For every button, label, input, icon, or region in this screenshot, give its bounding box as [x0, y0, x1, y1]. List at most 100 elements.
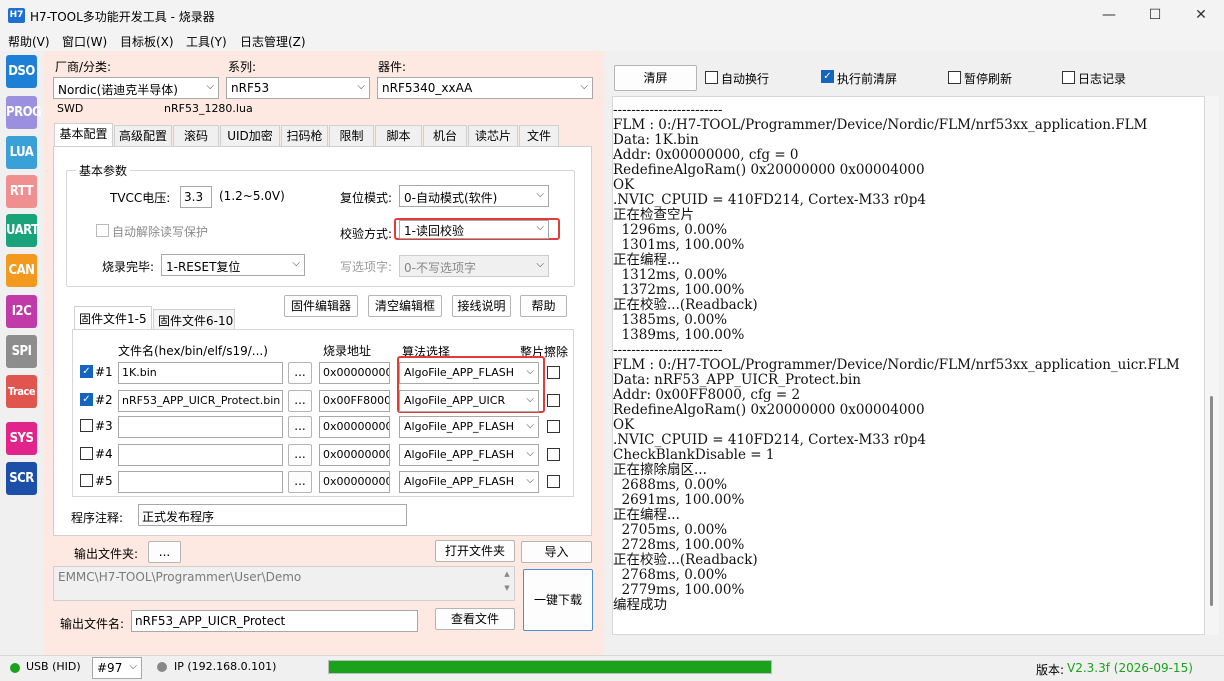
firmware-row-2-algo-select[interactable]: AlgoFile_APP_UICR ⌵ [399, 390, 539, 412]
output-folder-browse-button[interactable]: ... [148, 541, 181, 563]
chevron-down-icon: ⌵ [526, 366, 534, 377]
done-select[interactable]: 1-RESET复位 ⌵ [161, 254, 305, 276]
firmware-row-1-file-input[interactable]: 1K.bin [118, 362, 283, 384]
close-button[interactable]: ✕ [1178, 0, 1224, 30]
firmware-row-3-checkbox[interactable] [80, 419, 93, 432]
wiring-help-button[interactable]: 接线说明 [452, 295, 511, 317]
one-click-download-button[interactable]: 一键下载 [523, 569, 593, 631]
menu-log[interactable]: 日志管理(Z) [240, 33, 306, 50]
firmware-row-4-algo-select[interactable]: AlgoFile_APP_FLASH ⌵ [399, 444, 539, 466]
clear-screen-button[interactable]: 清屏 [614, 65, 697, 91]
firmware-row-2-addr-input[interactable]: 0x00FF8000 [319, 390, 390, 412]
tab-0[interactable]: 基本配置 [54, 123, 113, 146]
tab-7[interactable]: 机台 [423, 125, 467, 146]
firmware-row-5-addr-input[interactable]: 0x00000000 [319, 471, 390, 493]
firmware-row-4-addr-input[interactable]: 0x00000000 [319, 444, 390, 466]
sidebar-button-trace[interactable]: Trace [6, 375, 37, 408]
firmware-row-1-browse-button[interactable]: ... [288, 362, 312, 384]
firmware-row-5-browse-button[interactable]: ... [288, 471, 312, 493]
import-button[interactable]: 导入 [521, 541, 592, 563]
firmware-row-2-erase-checkbox[interactable] [547, 394, 560, 407]
firmware-row-4-erase-checkbox[interactable] [547, 448, 560, 461]
firmware-row-4-checkbox[interactable] [80, 447, 93, 460]
log-output[interactable]: ------------------------ FLM : 0:/H7-TOO… [612, 96, 1205, 635]
title-bar: H7 H7-TOOL多功能开发工具 - 烧录器 — ☐ ✕ [0, 0, 1224, 31]
firmware-row-2-file-input[interactable]: nRF53_APP_UICR_Protect.bin [118, 390, 283, 412]
firmware-row-3-file-input[interactable] [118, 416, 283, 438]
tab-4[interactable]: 扫码枪 [281, 125, 328, 146]
menu-window[interactable]: 窗口(W) [62, 33, 107, 50]
sidebar-button-scr[interactable]: SCR [6, 462, 37, 495]
part-select[interactable]: nRF5340_xxAA ⌵ [377, 77, 593, 99]
path-scrollbar[interactable]: ▲ ▼ [500, 567, 514, 600]
firmware-row-5-erase-checkbox[interactable] [547, 475, 560, 488]
firmware-row-5-algo-select[interactable]: AlgoFile_APP_FLASH ⌵ [399, 471, 539, 493]
series-select[interactable]: nRF53 ⌵ [226, 77, 370, 99]
unlock-checkbox[interactable] [96, 224, 109, 237]
firmware-row-1-addr-input[interactable]: 0x00000000 [319, 362, 390, 384]
chevron-down-icon: ⌵ [526, 448, 534, 459]
sidebar-button-dso[interactable]: DSO [6, 55, 37, 88]
firmware-row-5-file-input[interactable] [118, 471, 283, 493]
firmware-editor-button[interactable]: 固件编辑器 [284, 295, 358, 317]
firmware-row-1-erase-checkbox[interactable] [547, 366, 560, 379]
tab-8[interactable]: 读芯片 [468, 125, 518, 146]
firmware-row-3-algo-select[interactable]: AlgoFile_APP_FLASH ⌵ [399, 416, 539, 438]
device-number-select[interactable]: #97 ⌵ [92, 657, 142, 679]
firmware-row-5-checkbox[interactable] [80, 474, 93, 487]
tab-firmware-1-5[interactable]: 固件文件1-5 [74, 306, 152, 330]
autowrap-label: 自动换行 [721, 72, 770, 86]
autowrap-checkbox[interactable] [705, 71, 718, 84]
firmware-row-1-algo-select[interactable]: AlgoFile_APP_FLASH ⌵ [399, 362, 539, 384]
firmware-row-2-checkbox[interactable]: ✓ [80, 393, 93, 406]
view-file-button[interactable]: 查看文件 [435, 608, 515, 630]
firmware-row-3-addr-input[interactable]: 0x00000000 [319, 416, 390, 438]
sidebar-button-spi[interactable]: SPI [6, 335, 37, 368]
firmware-row-3-erase-checkbox[interactable] [547, 420, 560, 433]
sidebar-button-sys[interactable]: SYS [6, 422, 37, 455]
done-label: 烧录完毕: [102, 260, 155, 274]
clear-editor-button[interactable]: 清空编辑框 [368, 295, 442, 317]
sidebar-button-uart[interactable]: UART [6, 214, 39, 247]
menu-help[interactable]: 帮助(V) [8, 33, 50, 50]
col-addr-header: 烧录地址 [323, 344, 372, 358]
open-folder-button[interactable]: 打开文件夹 [435, 540, 515, 562]
log-record-checkbox[interactable] [1062, 71, 1075, 84]
tvcc-input[interactable]: 3.3 [180, 186, 212, 208]
note-input[interactable]: 正式发布程序 [138, 504, 407, 526]
ip-status-icon [157, 662, 167, 672]
pause-refresh-checkbox[interactable] [948, 71, 961, 84]
tab-5[interactable]: 限制 [329, 125, 374, 146]
log-scroll-thumb[interactable] [1210, 396, 1213, 606]
sidebar-button-lua[interactable]: LUA [6, 136, 37, 169]
firmware-row-4-file-input[interactable] [118, 444, 283, 466]
log-scrollbar[interactable] [1205, 96, 1219, 635]
series-label: 系列: [228, 60, 257, 74]
minimize-button[interactable]: — [1086, 0, 1132, 30]
tab-2[interactable]: 滚码 [173, 125, 219, 146]
reset-mode-select[interactable]: 0-自动模式(软件) ⌵ [399, 185, 549, 207]
maximize-button[interactable]: ☐ [1132, 0, 1178, 30]
tab-6[interactable]: 脚本 [375, 125, 422, 146]
tab-9[interactable]: 文件 [519, 125, 559, 146]
firmware-row-1-checkbox[interactable]: ✓ [80, 365, 93, 378]
output-path-box[interactable]: EMMC\H7-TOOL\Programmer\User\Demo [53, 566, 515, 601]
sidebar-button-can[interactable]: CAN [6, 254, 37, 287]
clear-before-checkbox[interactable]: ✓ [821, 70, 834, 83]
tab-firmware-6-10[interactable]: 固件文件6-10 [153, 309, 235, 330]
firmware-row-4-browse-button[interactable]: ... [288, 444, 312, 466]
sidebar-button-rtt[interactable]: RTT [6, 175, 37, 208]
tab-1[interactable]: 高级配置 [114, 125, 172, 146]
vendor-select[interactable]: Nordic(诺迪克半导体) ⌵ [53, 77, 219, 99]
firmware-row-2-browse-button[interactable]: ... [288, 390, 312, 412]
output-name-input[interactable]: nRF53_APP_UICR_Protect [131, 610, 418, 632]
firmware-row-3-browse-button[interactable]: ... [288, 416, 312, 438]
tab-3[interactable]: UID加密 [220, 125, 280, 146]
sidebar-button-i2c[interactable]: I2C [6, 295, 37, 328]
menu-target[interactable]: 目标板(X) [120, 33, 174, 50]
menu-tools[interactable]: 工具(Y) [186, 33, 227, 50]
verify-select[interactable]: 1-读回校验 ⌵ [399, 220, 549, 239]
write-option-select[interactable]: 0-不写选项字 ⌵ [399, 255, 549, 277]
sidebar-button-prog[interactable]: PROG [6, 96, 42, 129]
help-button[interactable]: 帮助 [520, 295, 567, 317]
